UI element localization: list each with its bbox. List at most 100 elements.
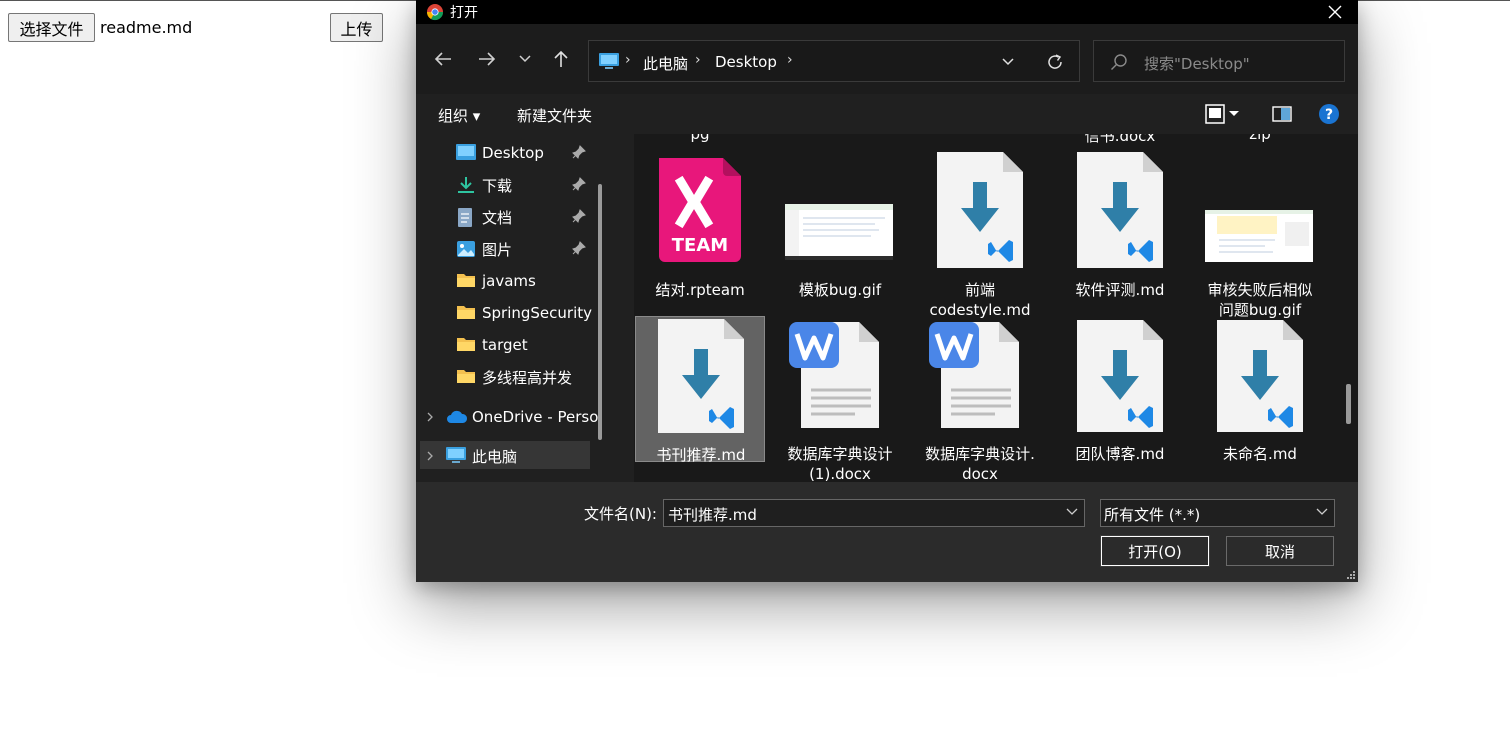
filename-input[interactable]: 书刊推荐.md bbox=[663, 499, 1085, 527]
choose-file-button[interactable]: 选择文件 bbox=[8, 13, 95, 42]
sidebar-item-target[interactable]: target bbox=[456, 330, 601, 360]
breadcrumb-separator: › bbox=[625, 52, 631, 68]
document-icon bbox=[458, 208, 472, 227]
folder-icon bbox=[457, 338, 475, 351]
file-tile[interactable]: 审核失败后相似 问题bug.gif bbox=[1195, 152, 1325, 319]
file-tile[interactable]: 前端 codestyle.md bbox=[915, 152, 1045, 319]
search-icon bbox=[1111, 54, 1127, 70]
arrow-left-icon bbox=[434, 52, 451, 66]
file-name: 审核失败后相似 问题bug.gif bbox=[1207, 281, 1313, 319]
sidebar-item-this-pc[interactable]: 此电脑 bbox=[426, 441, 604, 471]
help-icon[interactable]: ? bbox=[1318, 103, 1340, 125]
back-button[interactable] bbox=[428, 44, 458, 74]
sidebar-item-onedrive[interactable]: OneDrive - Perso bbox=[426, 402, 604, 432]
up-button[interactable] bbox=[546, 44, 576, 74]
file-tile[interactable]: 模板bug.gif bbox=[775, 152, 905, 299]
file-list: pg 信书.docx zip TEAM 结对.rpteam 模板bug.gif bbox=[634, 134, 1358, 482]
organize-button[interactable]: 组织 ▾ bbox=[438, 105, 480, 126]
file-name: 结对.rpteam bbox=[655, 281, 745, 299]
file-name: 模板bug.gif bbox=[798, 281, 882, 299]
sidebar-item-label: 文档 bbox=[482, 208, 513, 227]
refresh-icon[interactable] bbox=[1046, 53, 1064, 71]
upload-button[interactable]: 上传 bbox=[330, 13, 383, 42]
folder-icon bbox=[457, 274, 475, 287]
address-dropdown-icon[interactable] bbox=[1002, 58, 1014, 66]
cloud-icon bbox=[447, 410, 468, 423]
file-tile[interactable]: 团队博客.md bbox=[1055, 316, 1185, 463]
close-button[interactable] bbox=[1312, 0, 1358, 24]
dialog-footer: 文件名(N): 书刊推荐.md 所有文件 (*.*) 打开(O) 取消 bbox=[416, 482, 1358, 582]
word-document-icon bbox=[789, 322, 879, 428]
sidebar-item-documents[interactable]: 文档 bbox=[456, 202, 601, 232]
sidebar-item-concurrency[interactable]: 多线程高并发 bbox=[456, 362, 601, 392]
folder-icon bbox=[457, 306, 475, 319]
markdown-vscode-file-icon bbox=[1077, 320, 1163, 432]
breadcrumb-desktop[interactable]: Desktop bbox=[715, 53, 777, 71]
partial-file-label: 信书.docx bbox=[1084, 134, 1156, 145]
folder-icon bbox=[457, 370, 475, 383]
file-name: 未命名.md bbox=[1223, 445, 1297, 463]
open-button[interactable]: 打开(O) bbox=[1100, 535, 1210, 567]
cancel-button[interactable]: 取消 bbox=[1226, 536, 1334, 566]
file-name: 数据库字典设计. docx bbox=[925, 445, 1035, 482]
file-name: 软件评测.md bbox=[1075, 281, 1165, 299]
sidebar-item-pictures[interactable]: 图片 bbox=[456, 234, 601, 264]
filename-label: 文件名(N): bbox=[584, 505, 657, 523]
sidebar-item-springsecurity[interactable]: SpringSecurity bbox=[456, 298, 601, 328]
recent-locations-button[interactable] bbox=[510, 44, 540, 74]
rpteam-file-icon: TEAM bbox=[659, 158, 741, 262]
dialog-titlebar: 打开 bbox=[416, 0, 1358, 24]
sidebar-item-downloads[interactable]: 下载 bbox=[456, 170, 601, 200]
address-bar[interactable]: › 此电脑 › Desktop › bbox=[588, 40, 1080, 82]
sidebar-item-desktop[interactable]: Desktop bbox=[456, 138, 601, 168]
chevron-down-icon[interactable] bbox=[1066, 508, 1078, 516]
file-tile[interactable]: 未命名.md bbox=[1195, 316, 1325, 463]
pin-icon[interactable] bbox=[572, 177, 586, 191]
forward-button[interactable] bbox=[472, 44, 502, 74]
pin-icon[interactable] bbox=[572, 145, 586, 159]
filename-value: 书刊推荐.md bbox=[668, 506, 757, 524]
pin-icon[interactable] bbox=[572, 241, 586, 255]
file-tile[interactable]: 软件评测.md bbox=[1055, 152, 1185, 299]
navigation-bar: › 此电脑 › Desktop › 搜索"Desktop" bbox=[416, 24, 1358, 94]
view-dropdown-icon[interactable] bbox=[1229, 111, 1239, 117]
pin-icon[interactable] bbox=[572, 209, 586, 223]
rpteam-icon-text: TEAM bbox=[672, 235, 728, 256]
sidebar-scrollbar[interactable] bbox=[598, 184, 602, 440]
new-folder-button[interactable]: 新建文件夹 bbox=[517, 105, 592, 126]
command-toolbar: 组织 ▾ 新建文件夹 ? bbox=[416, 94, 1358, 134]
open-file-dialog: 打开 › 此电脑 › Desktop › 搜索"Desktop" 组织 ▾ 新建… bbox=[416, 0, 1358, 582]
markdown-vscode-file-icon bbox=[1077, 152, 1163, 268]
sidebar-item-label: 图片 bbox=[482, 240, 513, 259]
markdown-vscode-file-icon bbox=[1217, 320, 1303, 432]
selected-file-name: readme.md bbox=[100, 18, 193, 37]
chevron-right-icon[interactable] bbox=[426, 412, 434, 422]
sidebar-item-label: Desktop bbox=[482, 144, 544, 162]
content-scrollbar[interactable] bbox=[1346, 384, 1351, 424]
close-icon bbox=[1328, 5, 1342, 19]
file-tile-selected[interactable]: 书刊推荐.md bbox=[635, 316, 765, 464]
markdown-vscode-file-icon bbox=[658, 319, 744, 433]
search-box[interactable]: 搜索"Desktop" bbox=[1093, 40, 1345, 82]
navigation-pane: Desktop 下载 文档 图片 javams SpringSecurity t… bbox=[416, 134, 606, 482]
breadcrumb-separator: › bbox=[787, 52, 793, 68]
file-name: 前端 codestyle.md bbox=[929, 281, 1031, 319]
preview-pane-icon[interactable] bbox=[1272, 105, 1292, 123]
svg-text:?: ? bbox=[1325, 107, 1333, 123]
file-tile[interactable]: 数据库字典设计. docx bbox=[915, 316, 1045, 482]
view-options-icon[interactable] bbox=[1205, 104, 1225, 124]
chevron-down-icon bbox=[1316, 508, 1328, 515]
breadcrumb-separator: › bbox=[695, 52, 701, 68]
chrome-icon bbox=[426, 4, 444, 21]
file-type-select[interactable]: 所有文件 (*.*) bbox=[1100, 499, 1335, 527]
chevron-right-icon[interactable] bbox=[426, 451, 434, 461]
file-tile[interactable]: TEAM 结对.rpteam bbox=[635, 152, 765, 299]
download-icon bbox=[458, 177, 474, 193]
breadcrumb-this-pc[interactable]: 此电脑 bbox=[643, 53, 688, 74]
arrow-right-icon bbox=[479, 52, 496, 66]
file-tile[interactable]: 数据库字典设计 (1).docx bbox=[775, 316, 905, 482]
sidebar-item-javams[interactable]: javams bbox=[456, 266, 601, 296]
resize-grip-icon[interactable] bbox=[1346, 570, 1356, 580]
partial-file-label: zip bbox=[1249, 134, 1271, 143]
sidebar-item-label: javams bbox=[482, 272, 536, 290]
